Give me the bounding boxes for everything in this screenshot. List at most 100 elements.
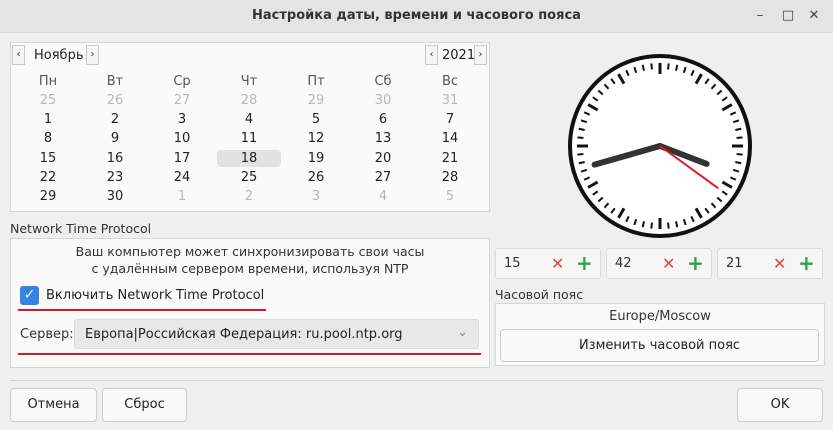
- calendar-day[interactable]: 5: [284, 111, 348, 128]
- calendar-day[interactable]: 6: [351, 111, 415, 128]
- clock-minute-tick: [578, 161, 585, 165]
- clock-minute-tick: [650, 63, 653, 70]
- month-label: Ноябрь: [34, 48, 84, 63]
- ntp-enable-checkbox[interactable]: ✓: [20, 286, 39, 305]
- clock-minute-tick: [736, 153, 743, 156]
- calendar-day[interactable]: 14: [418, 130, 482, 147]
- clock-minute-tick: [667, 63, 670, 70]
- hours-spinner[interactable]: 15 ✕ +: [495, 248, 601, 279]
- weekday-header: Вс: [441, 74, 459, 89]
- cancel-button[interactable]: Отмена: [10, 388, 97, 422]
- year-label: 2021: [442, 48, 476, 63]
- minutes-spinner[interactable]: 42 ✕ +: [606, 248, 712, 279]
- minutes-value[interactable]: 42: [615, 256, 632, 271]
- calendar-day[interactable]: 2: [83, 111, 147, 128]
- weekday-header: Пн: [38, 74, 58, 89]
- calendar-day[interactable]: 1: [16, 111, 80, 128]
- ok-button[interactable]: OK: [737, 388, 823, 422]
- clock-minute-tick: [577, 153, 584, 156]
- calendar-day[interactable]: 8: [16, 130, 80, 147]
- calendar-day[interactable]: 4: [351, 188, 415, 205]
- calendar-day[interactable]: 30: [83, 188, 147, 205]
- clear-hours-icon[interactable]: ✕: [551, 254, 564, 273]
- minimize-icon[interactable]: –: [750, 6, 770, 26]
- calendar-day[interactable]: 25: [16, 92, 80, 109]
- calendar-day[interactable]: 9: [83, 130, 147, 147]
- calendar-day[interactable]: 3: [284, 188, 348, 205]
- clock-minute-tick: [577, 136, 584, 139]
- ntp-section-title: Network Time Protocol: [10, 221, 152, 236]
- weekday-header: Чт: [240, 74, 258, 89]
- calendar-day[interactable]: 29: [16, 188, 80, 205]
- prev-month-button[interactable]: ‹: [12, 45, 25, 65]
- clear-minutes-icon[interactable]: ✕: [662, 254, 675, 273]
- calendar-day[interactable]: 21: [418, 150, 482, 167]
- reset-button[interactable]: Сброс: [102, 388, 187, 422]
- timezone-section-title: Часовой пояс: [495, 287, 584, 302]
- increment-minutes-icon[interactable]: +: [687, 251, 704, 275]
- clock-minute-tick: [667, 222, 670, 229]
- calendar-day[interactable]: 26: [83, 92, 147, 109]
- chevron-down-icon: ⌄: [457, 325, 468, 340]
- clock-minute-tick: [578, 127, 585, 131]
- increment-hours-icon[interactable]: +: [576, 251, 593, 275]
- clock-minute-tick: [650, 222, 653, 229]
- separator: [10, 380, 824, 381]
- next-year-button[interactable]: ›: [474, 45, 487, 65]
- calendar-day[interactable]: 7: [418, 111, 482, 128]
- calendar-day[interactable]: 30: [351, 92, 415, 109]
- calendar-day[interactable]: 28: [217, 92, 281, 109]
- calendar-day[interactable]: 13: [351, 130, 415, 147]
- calendar-day[interactable]: 24: [150, 169, 214, 186]
- calendar-day[interactable]: 20: [351, 150, 415, 167]
- change-timezone-button[interactable]: Изменить часовой пояс: [500, 329, 819, 362]
- seconds-spinner[interactable]: 21 ✕ +: [717, 248, 823, 279]
- server-dropdown[interactable]: Европа|Российская Федерация: ru.pool.ntp…: [74, 319, 479, 349]
- calendar-day[interactable]: 11: [217, 130, 281, 147]
- hours-value[interactable]: 15: [504, 256, 521, 271]
- calendar-day[interactable]: 17: [150, 150, 214, 167]
- calendar-day[interactable]: 22: [16, 169, 80, 186]
- server-label: Сервер:: [20, 327, 74, 342]
- clock-minute-tick: [735, 127, 742, 131]
- calendar-day[interactable]: 5: [418, 188, 482, 205]
- increment-seconds-icon[interactable]: +: [798, 251, 815, 275]
- clock-minute-tick: [675, 64, 679, 71]
- server-underline: [18, 353, 481, 355]
- calendar-day[interactable]: 27: [150, 92, 214, 109]
- next-month-button[interactable]: ›: [86, 45, 99, 65]
- calendar-day[interactable]: 12: [284, 130, 348, 147]
- analog-clock: [568, 54, 752, 238]
- calendar-day[interactable]: 27: [351, 169, 415, 186]
- calendar-day[interactable]: 25: [217, 169, 281, 186]
- calendar-day[interactable]: 23: [83, 169, 147, 186]
- maximize-icon[interactable]: □: [778, 6, 798, 26]
- clock-minute-tick: [641, 64, 645, 71]
- weekday-header: Пт: [307, 74, 325, 89]
- ntp-enable-underline: [18, 309, 266, 311]
- server-value: Европа|Российская Федерация: ru.pool.ntp…: [85, 327, 403, 342]
- calendar-day[interactable]: 26: [284, 169, 348, 186]
- calendar-day[interactable]: 4: [217, 111, 281, 128]
- clock-minute-tick: [675, 221, 679, 228]
- calendar-day[interactable]: 1: [150, 188, 214, 205]
- calendar-day[interactable]: 15: [16, 150, 80, 167]
- calendar-day[interactable]: 2: [217, 188, 281, 205]
- calendar-day[interactable]: 3: [150, 111, 214, 128]
- calendar-day[interactable]: 29: [284, 92, 348, 109]
- calendar-day[interactable]: 19: [284, 150, 348, 167]
- ntp-description-line-1: Ваш компьютер может синхронизировать сво…: [75, 244, 425, 259]
- clear-seconds-icon[interactable]: ✕: [773, 254, 786, 273]
- clock-minute-tick: [736, 136, 743, 139]
- weekday-header: Ср: [173, 74, 191, 89]
- calendar-day[interactable]: 31: [418, 92, 482, 109]
- window-title: Настройка даты, времени и часового пояса: [252, 8, 581, 23]
- weekday-header: Сб: [374, 74, 392, 89]
- calendar-day[interactable]: 28: [418, 169, 482, 186]
- prev-year-button[interactable]: ‹: [425, 45, 438, 65]
- calendar-day[interactable]: 18: [217, 149, 281, 167]
- calendar-day[interactable]: 10: [150, 130, 214, 147]
- close-icon[interactable]: ✕: [804, 6, 824, 26]
- seconds-value[interactable]: 21: [726, 256, 743, 271]
- calendar-day[interactable]: 16: [83, 150, 147, 167]
